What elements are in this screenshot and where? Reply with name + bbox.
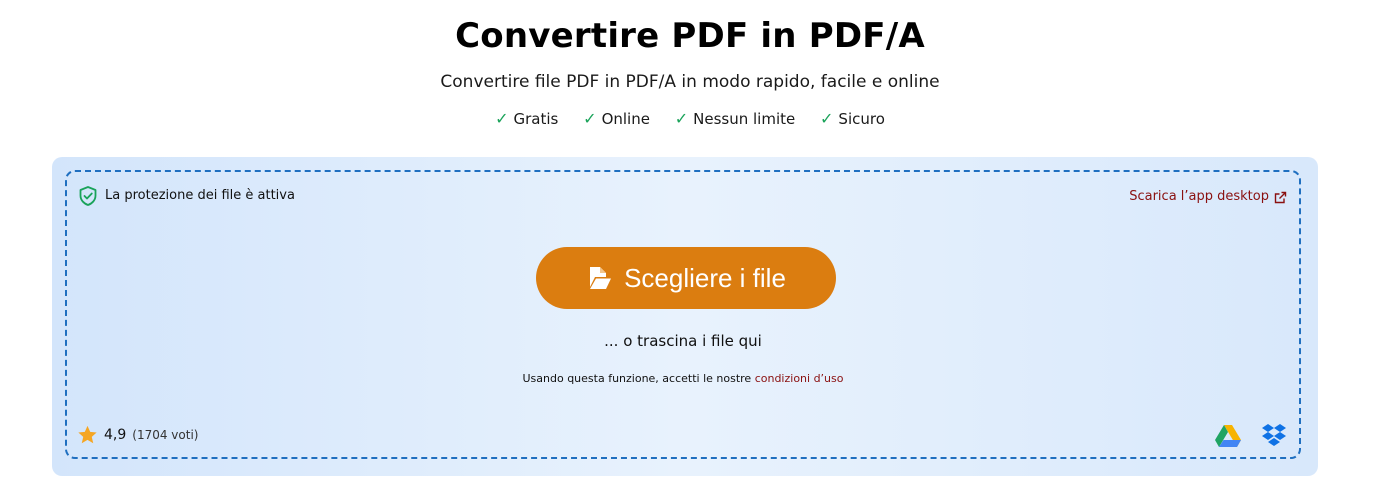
rating: 4,9 (1704 voti) bbox=[77, 425, 198, 445]
page-subtitle: Convertire file PDF in PDF/A in modo rap… bbox=[440, 72, 940, 92]
terms-prefix: Usando questa funzione, accetti le nostr… bbox=[522, 372, 752, 385]
feature-label: Sicuro bbox=[838, 110, 885, 128]
check-icon: ✓ bbox=[820, 109, 834, 128]
file-open-icon bbox=[590, 267, 612, 289]
google-drive-icon bbox=[1215, 424, 1241, 447]
drop-zone[interactable]: La protezione dei file è attiva Scarica … bbox=[65, 170, 1301, 459]
cloud-sources bbox=[1195, 423, 1287, 451]
desktop-app-label: Scarica l’app desktop bbox=[1129, 189, 1269, 204]
rating-value: 4,9 bbox=[104, 427, 127, 443]
check-icon: ✓ bbox=[495, 109, 509, 128]
dropbox-button[interactable] bbox=[1261, 423, 1287, 451]
feature-item: ✓ Nessun limite bbox=[675, 108, 796, 130]
google-drive-button[interactable] bbox=[1215, 424, 1241, 451]
dropbox-icon bbox=[1262, 424, 1286, 446]
feature-item: ✓ Gratis bbox=[495, 108, 558, 130]
feature-list: ✓ Gratis ✓ Online ✓ Nessun limite ✓ Sicuro bbox=[0, 108, 1380, 130]
drag-hint: ... o trascina i file qui bbox=[604, 332, 762, 350]
feature-item: ✓ Online bbox=[583, 108, 650, 130]
check-icon: ✓ bbox=[674, 109, 689, 128]
choose-files-label: Scegliere i file bbox=[624, 262, 786, 293]
external-link-icon bbox=[1274, 191, 1287, 203]
protection-text: La protezione dei file è attiva bbox=[105, 188, 295, 203]
feature-item: ✓ Sicuro bbox=[820, 108, 885, 130]
choose-files-button[interactable]: Scegliere i file bbox=[536, 247, 836, 309]
desktop-app-link[interactable]: Scarica l’app desktop bbox=[1129, 188, 1287, 206]
check-icon: ✓ bbox=[583, 109, 597, 128]
upload-panel: La protezione dei file è attiva Scarica … bbox=[52, 157, 1318, 476]
terms-notice: Usando questa funzione, accetti le nostr… bbox=[67, 371, 1299, 387]
feature-label: Online bbox=[601, 110, 650, 128]
terms-link[interactable]: condizioni d’uso bbox=[755, 372, 844, 385]
protection-status: La protezione dei file è attiva bbox=[79, 186, 295, 206]
page-title: Convertire PDF in PDF/A bbox=[455, 16, 925, 56]
feature-label: Nessun limite bbox=[693, 110, 796, 128]
shield-check-icon bbox=[79, 186, 97, 206]
rating-votes: (1704 voti) bbox=[132, 428, 199, 442]
feature-label: Gratis bbox=[513, 110, 559, 128]
star-icon bbox=[78, 425, 97, 444]
